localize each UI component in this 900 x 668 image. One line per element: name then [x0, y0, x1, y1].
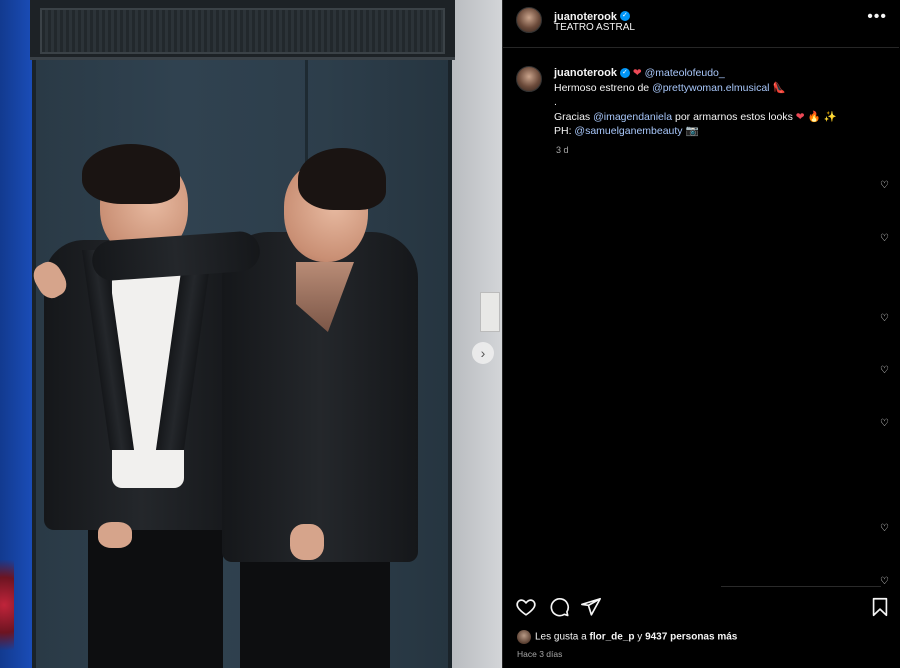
mention-mateolofeudo[interactable]: @mateolofeudo_ — [645, 67, 725, 79]
vent-grille — [40, 8, 445, 54]
comments-divider — [721, 586, 881, 587]
caption-text: PH: — [554, 125, 575, 137]
verified-icon: ✓ — [619, 68, 630, 79]
caption-text: por armarnos estos looks — [672, 110, 793, 123]
verified-icon: ✓ — [619, 10, 630, 21]
comment-like-heart-icon[interactable]: ♡ — [880, 233, 889, 244]
liker-username[interactable]: flor_de_p — [589, 632, 634, 643]
comment-like-heart-icon[interactable]: ♡ — [880, 576, 889, 587]
caption-line-3: Gracias @imagendaniela por armarnos esto… — [554, 110, 884, 125]
author-avatar[interactable] — [516, 7, 542, 33]
post-photo[interactable]: › — [0, 0, 502, 668]
more-options-icon[interactable]: ••• — [867, 8, 887, 26]
caption-time: 3 d — [556, 145, 569, 155]
mention-samuelganembeauty[interactable]: @samuelganembeauty — [574, 125, 682, 137]
comment-icon[interactable] — [548, 596, 570, 618]
light-switch — [480, 292, 500, 332]
post-sidebar: juanoterook ✓ TEATRO ASTRAL ••• juanotero… — [502, 0, 899, 668]
caption-text: Gracias — [554, 110, 594, 123]
post-location[interactable]: TEATRO ASTRAL — [554, 22, 635, 33]
likes-prefix: Les gusta a — [535, 631, 590, 643]
caption-avatar[interactable] — [516, 66, 542, 92]
caption-dot: . — [554, 96, 557, 108]
heart-icon[interactable] — [515, 596, 537, 618]
post-actions — [503, 596, 899, 620]
comment-like-heart-icon[interactable]: ♡ — [880, 523, 889, 534]
comment-like-heart-icon[interactable]: ♡ — [880, 365, 889, 376]
emoji-group: ❤ 🔥 ✨ — [795, 110, 837, 123]
comment-like-heart-icon[interactable]: ♡ — [880, 313, 889, 324]
post-date: Hace 3 días — [517, 649, 563, 659]
caption-line-2: Hermoso estreno de @prettywoman.elmusica… — [554, 81, 884, 96]
comment-like-heart-icon[interactable]: ♡ — [880, 180, 889, 191]
heart-emoji: ❤ — [632, 67, 642, 79]
bookmark-icon[interactable] — [869, 596, 891, 618]
gray-wall — [452, 0, 502, 668]
comment-like-heart-icon[interactable]: ♡ — [880, 418, 889, 429]
likes-summary[interactable]: Les gusta a flor_de_p y 9437 personas má… — [517, 630, 737, 644]
red-light — [0, 560, 14, 650]
next-photo-button[interactable]: › — [472, 342, 494, 364]
likes-count[interactable]: 9437 personas más — [645, 632, 737, 643]
post-header: juanoterook ✓ TEATRO ASTRAL ••• — [503, 0, 899, 48]
mention-prettywoman[interactable]: @prettywoman.elmusical — [652, 82, 769, 94]
caption-line-1: juanoterook ✓ ❤ @mateolofeudo_ — [554, 66, 884, 81]
caption-line-4: PH: @samuelganembeauty 📷 — [554, 124, 884, 139]
post-caption: juanoterook ✓ ❤ @mateolofeudo_ Hermoso es… — [554, 66, 884, 139]
caption-username[interactable]: juanoterook — [554, 67, 617, 79]
liker-avatar — [517, 630, 531, 644]
mention-imagendaniela[interactable]: @imagendaniela — [593, 111, 672, 123]
caption-text: Hermoso estreno de — [554, 81, 653, 94]
likes-middle: y — [634, 631, 646, 643]
heel-emoji: 👠 — [772, 81, 786, 94]
camera-emoji: 📷 — [685, 125, 699, 137]
send-icon[interactable] — [580, 596, 602, 618]
